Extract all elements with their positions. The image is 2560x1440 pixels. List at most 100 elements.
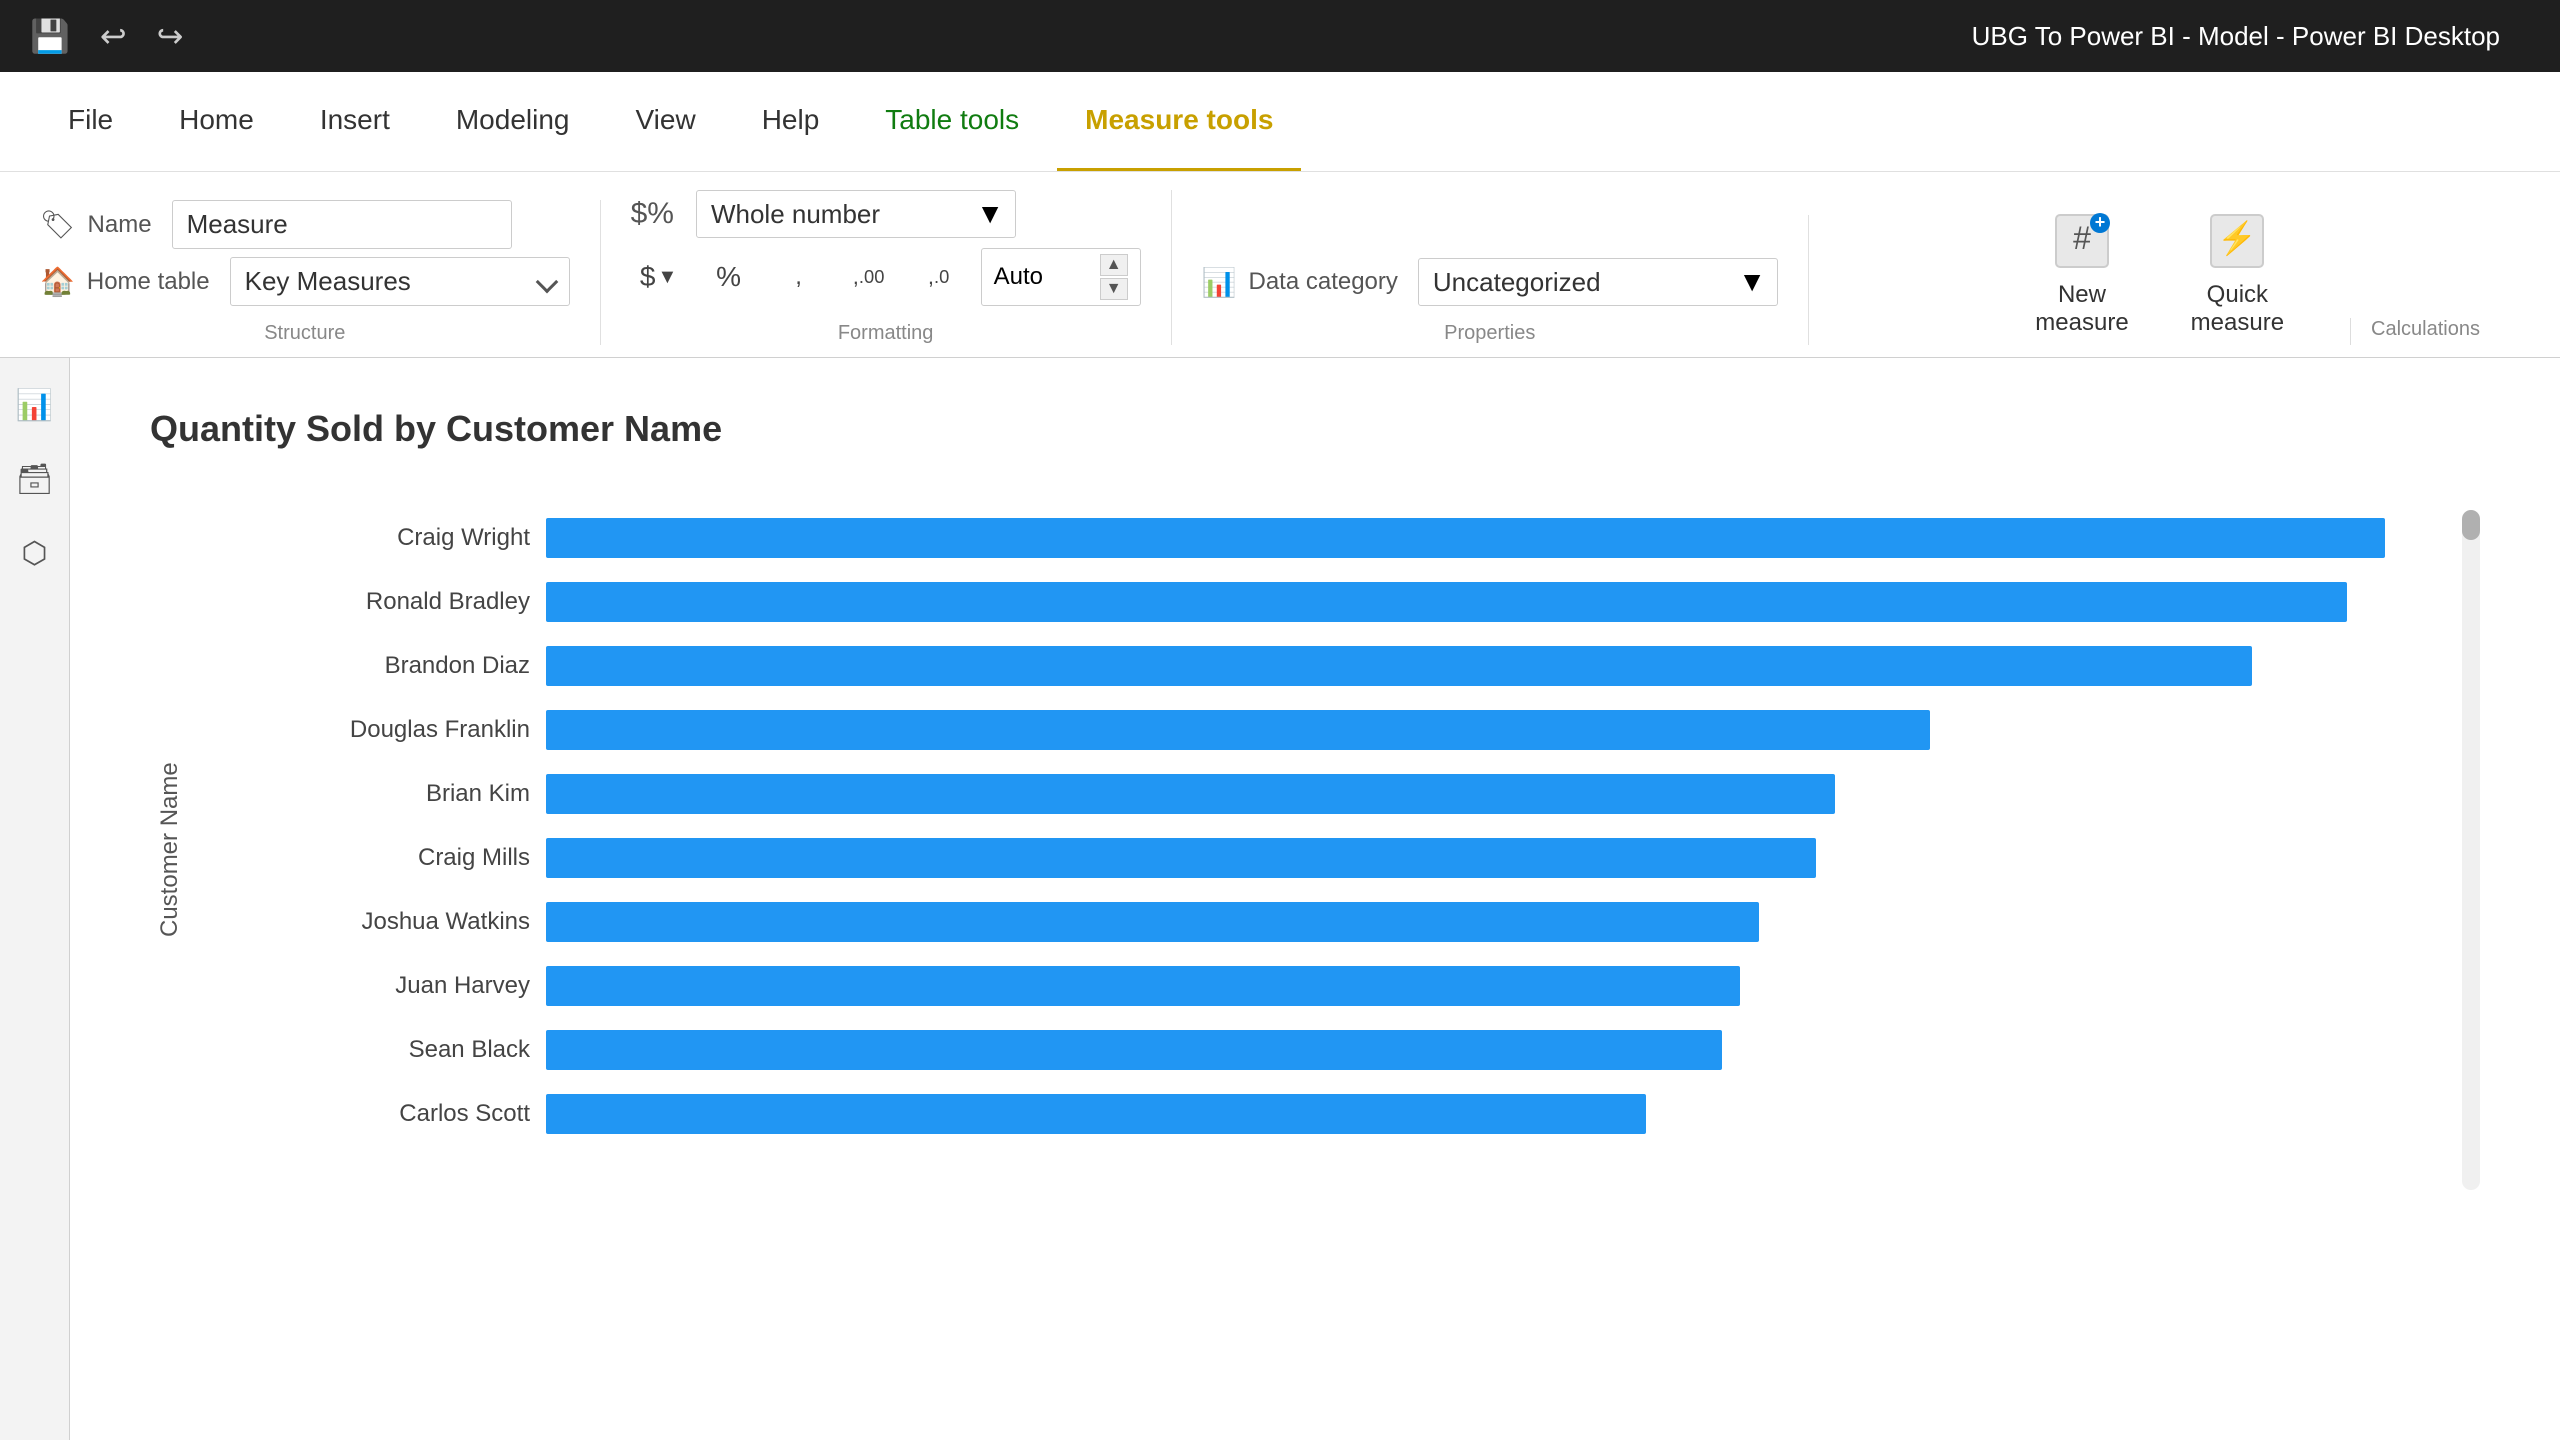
auto-input[interactable]: Auto ▲ ▼ bbox=[981, 248, 1141, 306]
new-measure-btn[interactable]: # + Newmeasure bbox=[2019, 201, 2144, 345]
title-bar: 💾 ↩ ↪ UBG To Power BI - Model - Power BI… bbox=[0, 0, 2560, 72]
menu-tabletools[interactable]: Table tools bbox=[857, 72, 1047, 171]
bar-label: Carlos Scott bbox=[210, 1100, 530, 1128]
bars-container: Craig Wright Ronald Bradley Brandon Diaz Do… bbox=[210, 500, 2442, 1200]
bar-fill bbox=[546, 582, 2347, 622]
svg-text:#: # bbox=[2073, 220, 2091, 256]
bar-fill bbox=[546, 1094, 1646, 1134]
ribbon: 🏷 Name 🏠 Home table Key Measures Structu… bbox=[0, 172, 2560, 359]
menu-view[interactable]: View bbox=[608, 72, 724, 171]
sidebar-report-icon[interactable]: 📊 bbox=[8, 378, 62, 432]
bar-track bbox=[546, 518, 2442, 558]
bar-row: Brandon Diaz bbox=[210, 638, 2442, 694]
bar-track bbox=[546, 646, 2442, 686]
data-category-label: 📊 Data category bbox=[1202, 266, 1398, 299]
bar-track bbox=[546, 966, 2442, 1006]
bar-track bbox=[546, 582, 2442, 622]
bar-row: Brian Kim bbox=[210, 766, 2442, 822]
structure-label: Structure bbox=[264, 322, 345, 345]
name-label: 🏷 Name bbox=[40, 208, 152, 241]
menu-home[interactable]: Home bbox=[151, 72, 282, 171]
formatting-label: Formatting bbox=[838, 322, 934, 345]
bar-chart: Customer Name Craig Wright Ronald Bradley… bbox=[150, 500, 2480, 1200]
bar-label: Ronald Bradley bbox=[210, 588, 530, 616]
bar-track bbox=[546, 1094, 2442, 1134]
bar-track bbox=[546, 710, 2442, 750]
quick-measure-label: Quickmeasure bbox=[2191, 281, 2284, 337]
decimal-increase-btn[interactable]: ,.0 bbox=[911, 252, 967, 302]
home-table-dropdown[interactable]: Key Measures bbox=[230, 257, 570, 306]
bar-track bbox=[546, 838, 2442, 878]
quick-measure-icon: ⚡ bbox=[2205, 209, 2269, 273]
sidebar-model-icon[interactable]: ⬡ bbox=[8, 526, 62, 580]
bar-label: Juan Harvey bbox=[210, 972, 530, 1000]
format-icon: $% bbox=[631, 197, 674, 231]
bar-label: Joshua Watkins bbox=[210, 908, 530, 936]
calculations-group-label: Calculations bbox=[2371, 318, 2480, 341]
bar-fill bbox=[546, 518, 2385, 558]
save-icon[interactable]: 💾 bbox=[30, 17, 70, 55]
properties-group: 📊 Data category Uncategorized ▼ Properti… bbox=[1172, 215, 1809, 345]
menu-insert[interactable]: Insert bbox=[292, 72, 418, 171]
bar-fill bbox=[546, 902, 1759, 942]
bar-row: Juan Harvey bbox=[210, 958, 2442, 1014]
svg-text:+: + bbox=[2095, 212, 2106, 232]
menu-bar: File Home Insert Modeling View Help Tabl… bbox=[0, 72, 2560, 172]
properties-label: Properties bbox=[1444, 322, 1535, 345]
scrollbar-thumb[interactable] bbox=[2462, 510, 2480, 540]
home-table-label: 🏠 Home table bbox=[40, 265, 210, 298]
format-type-select[interactable]: Whole number Decimal number Currency Per… bbox=[696, 190, 1016, 238]
bar-fill bbox=[546, 966, 1740, 1006]
spinner-up[interactable]: ▲ bbox=[1100, 254, 1128, 276]
menu-help[interactable]: Help bbox=[734, 72, 848, 171]
bar-fill bbox=[546, 646, 2252, 686]
bar-row: Douglas Franklin bbox=[210, 702, 2442, 758]
bar-row: Sean Black bbox=[210, 1022, 2442, 1078]
menu-measuretools[interactable]: Measure tools bbox=[1057, 72, 1301, 171]
percent-btn[interactable]: % bbox=[701, 252, 757, 302]
name-input[interactable] bbox=[172, 200, 512, 249]
spinner-down[interactable]: ▼ bbox=[1100, 278, 1128, 300]
chart-scrollbar[interactable] bbox=[2462, 510, 2480, 1190]
data-category-select[interactable]: Uncategorized bbox=[1418, 258, 1778, 306]
title-text: UBG To Power BI - Model - Power BI Deskt… bbox=[1972, 21, 2500, 52]
comma-btn[interactable]: , bbox=[771, 252, 827, 302]
redo-icon[interactable]: ↪ bbox=[157, 17, 184, 55]
bar-track bbox=[546, 902, 2442, 942]
decimal-decrease-btn[interactable]: ,.00 bbox=[841, 252, 897, 302]
bar-label: Craig Mills bbox=[210, 844, 530, 872]
bar-row: Joshua Watkins bbox=[210, 894, 2442, 950]
bar-label: Craig Wright bbox=[210, 524, 530, 552]
bar-fill bbox=[546, 838, 1816, 878]
svg-text:⚡: ⚡ bbox=[2217, 220, 2257, 257]
bar-fill bbox=[546, 710, 1930, 750]
y-axis-label: Customer Name bbox=[150, 500, 190, 1200]
menu-modeling[interactable]: Modeling bbox=[428, 72, 598, 171]
main-content: Quantity Sold by Customer Name Customer … bbox=[70, 358, 2560, 1440]
bar-row: Craig Wright bbox=[210, 510, 2442, 566]
bar-label: Brian Kim bbox=[210, 780, 530, 808]
bar-fill bbox=[546, 774, 1835, 814]
bar-label: Sean Black bbox=[210, 1036, 530, 1064]
new-measure-icon: # + bbox=[2050, 209, 2114, 273]
bar-row: Carlos Scott bbox=[210, 1086, 2442, 1142]
chart-title: Quantity Sold by Customer Name bbox=[150, 408, 2480, 450]
bar-row: Craig Mills bbox=[210, 830, 2442, 886]
quick-measure-btn[interactable]: ⚡ Quickmeasure bbox=[2175, 201, 2300, 345]
calculations-group: # + Newmeasure ⚡ Quickmeasure Calculatio… bbox=[1979, 201, 2520, 345]
left-sidebar: 📊 🗃 ⬡ bbox=[0, 358, 70, 1440]
currency-btn[interactable]: $▼ bbox=[631, 252, 687, 302]
bar-track bbox=[546, 1030, 2442, 1070]
undo-icon[interactable]: ↩ bbox=[100, 17, 127, 55]
bar-track bbox=[546, 774, 2442, 814]
formatting-group: $% Whole number Decimal number Currency … bbox=[601, 190, 1172, 345]
sidebar-data-icon[interactable]: 🗃 bbox=[8, 452, 62, 506]
chart-area: Quantity Sold by Customer Name Customer … bbox=[70, 358, 2560, 1250]
menu-file[interactable]: File bbox=[40, 72, 141, 171]
bar-fill bbox=[546, 1030, 1722, 1070]
bar-row: Ronald Bradley bbox=[210, 574, 2442, 630]
bar-label: Brandon Diaz bbox=[210, 652, 530, 680]
bar-label: Douglas Franklin bbox=[210, 716, 530, 744]
structure-group: 🏷 Name 🏠 Home table Key Measures Structu… bbox=[40, 200, 601, 345]
new-measure-label: Newmeasure bbox=[2035, 281, 2128, 337]
